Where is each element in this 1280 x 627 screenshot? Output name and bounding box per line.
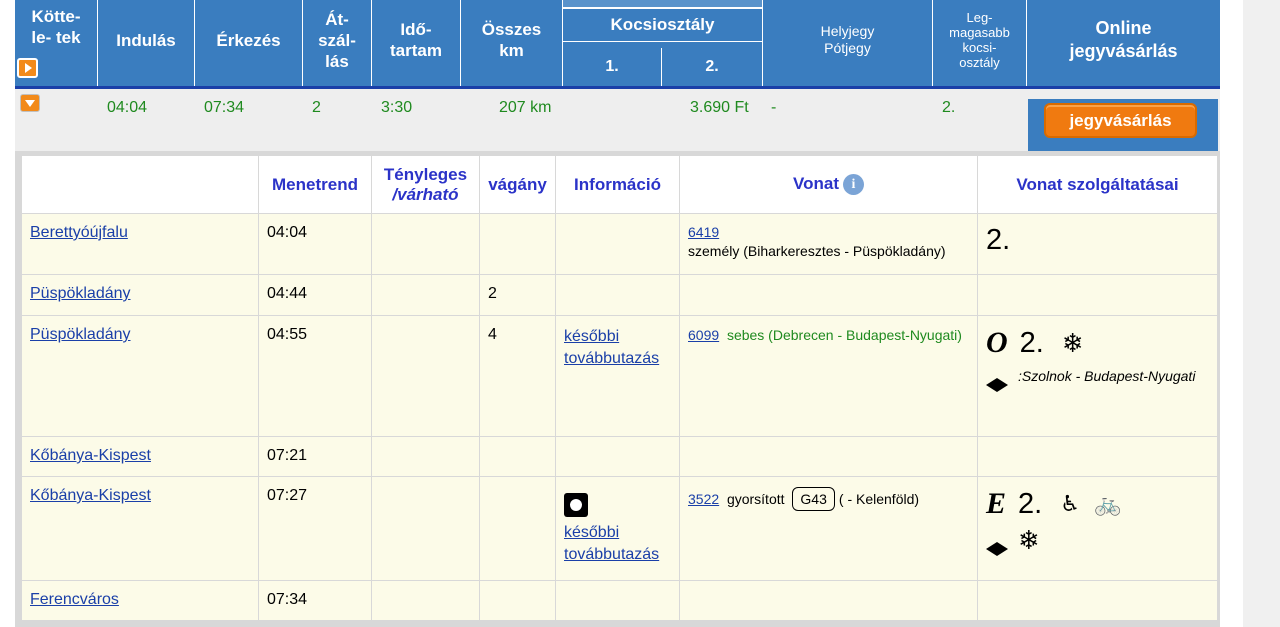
table-row: Ferencváros 07:34 (21, 580, 1218, 621)
details-table: Menetrend Tényleges/várható vágány Infor… (21, 155, 1218, 621)
time-cell: 07:34 (258, 580, 372, 621)
collapse-toggle-icon[interactable] (20, 94, 40, 112)
table-row: Kőbánya-Kispest 07:21 (21, 436, 1218, 477)
time-cell: 07:27 (258, 476, 372, 581)
train-desc: sebes (Debrecen - Budapest-Nyugati) (726, 327, 962, 343)
timetable-info-icon[interactable] (564, 493, 588, 517)
summary-highest-class: 2. (942, 99, 956, 116)
train-category-letter: O (986, 326, 1008, 359)
summary-depart: 04:04 (107, 99, 148, 116)
table-row: Kőbánya-Kispest 07:27 későbbi továbbutaz… (21, 476, 1218, 581)
station-link[interactable]: Kőbánya-Kispest (30, 487, 151, 504)
train-number-link[interactable]: 6419 (688, 224, 719, 240)
summary-duration: 3:30 (381, 99, 413, 116)
track-cell (479, 213, 556, 275)
right-scroll-gutter (1243, 0, 1280, 627)
station-link[interactable]: Püspökladány (30, 326, 131, 343)
col-seat: Helyjegy Pótjegy (762, 0, 933, 86)
class-2-symbol: 2. (986, 224, 1011, 256)
col-class2: 2. (705, 58, 719, 75)
air-conditioning-icon: ❄ (1061, 327, 1084, 358)
station-link[interactable]: Kőbánya-Kispest (30, 447, 151, 464)
actual-cell (371, 213, 480, 275)
dh-actual-2: /várható (392, 184, 459, 204)
col-depart[interactable]: Indulás (98, 0, 195, 86)
col-online: Online jegyvásárlás (1027, 0, 1220, 86)
time-cell: 07:21 (258, 436, 372, 477)
summary-arrive: 07:34 (204, 99, 245, 116)
train-route: ( - Kelenföld) (838, 491, 920, 507)
col-highest-class-label: Leg- magasabb kocsi- osztály (949, 10, 1010, 70)
time-cell: 04:44 (258, 274, 372, 316)
table-row: Püspökladány 04:55 4 későbbi továbbutazá… (21, 315, 1218, 437)
diamond-icon (986, 542, 1008, 556)
summary-price-class2: 3.690 Ft (690, 99, 749, 116)
summary-transfers: 2 (312, 99, 321, 116)
services-cell: O 2. ❄ :Szolnok - Budapest-Nyugati (977, 315, 1218, 437)
station-link[interactable]: Berettyóújfalu (30, 224, 128, 241)
class-group-top (563, 0, 762, 8)
col-duration[interactable]: Idő- tartam (372, 0, 461, 86)
dh-train-label: Vonat (793, 173, 839, 193)
services-cell: E 2. ♿ 🚲 ❄ (977, 476, 1218, 581)
col-total-km-label: Összes km (481, 20, 542, 60)
train-category-letter: E (986, 487, 1007, 520)
diamond-icon (986, 378, 1008, 393)
details-header-row: Menetrend Tényleges/várható vágány Infor… (21, 155, 1218, 214)
col-total-km[interactable]: Összes km (461, 0, 563, 86)
info-cell (555, 213, 680, 275)
services-cell: 2. (977, 213, 1218, 275)
route-badge: G43 (792, 487, 835, 511)
dh-services: Vonat szolgáltatásai (977, 155, 1218, 214)
dh-actual: Tényleges/várható (371, 155, 480, 214)
col-seat-label: Helyjegy Pótjegy (820, 23, 875, 56)
col-connection-label: Kötte- le- tek (31, 7, 81, 47)
expand-all-icon[interactable] (17, 58, 38, 78)
col-class-group: Kocsiosztály (563, 8, 762, 42)
dh-station (21, 155, 259, 214)
time-cell: 04:04 (258, 213, 372, 275)
buy-cell: jegyvásárlás (1028, 99, 1218, 151)
col-transfer-label: Át- szál- lás (318, 9, 356, 71)
train-cell: 3522 gyorsított G43( - Kelenföld) (679, 476, 978, 581)
summary-km: 207 km (499, 99, 552, 116)
col-duration-label: Idő- tartam (390, 20, 442, 60)
train-cell: 6419 személy (Biharkeresztes - Püspökladá… (679, 213, 978, 275)
buy-ticket-button[interactable]: jegyvásárlás (1044, 103, 1197, 138)
col-transfer[interactable]: Át- szál- lás (303, 0, 372, 86)
train-desc: személy (Biharkeresztes - Püspökladány) (688, 243, 946, 259)
air-conditioning-icon: ❄ (1018, 525, 1040, 555)
station-link[interactable]: Ferencváros (30, 591, 119, 608)
col-online-label: Online jegyvásárlás (1069, 18, 1178, 61)
dh-train: Vonat i (679, 155, 978, 214)
train-cell: 6099 sebes (Debrecen - Budapest-Nyugati) (679, 315, 978, 437)
bicycle-icon: 🚲 (1093, 491, 1122, 516)
col-highest-class: Leg- magasabb kocsi- osztály (933, 0, 1027, 86)
track-cell: 4 (479, 315, 556, 437)
connection-details: Menetrend Tényleges/várható vágány Infor… (15, 151, 1220, 627)
class-2-symbol: 2. (1019, 326, 1044, 359)
summary-seat: - (771, 99, 777, 116)
time-cell: 04:55 (258, 315, 372, 437)
track-cell: 2 (479, 274, 556, 316)
train-type: gyorsított (726, 491, 785, 507)
later-travel-link[interactable]: későbbi továbbutazás (564, 524, 659, 563)
col-class1: 1. (563, 48, 662, 86)
class-2-symbol: 2. (1018, 487, 1043, 520)
train-number-link[interactable]: 6099 (688, 327, 719, 343)
station-link[interactable]: Püspökladány (30, 285, 131, 302)
col-arrive[interactable]: Érkezés (195, 0, 303, 86)
table-row: Berettyóújfalu 04:04 6419 személy (Bihark… (21, 213, 1218, 275)
table-row: Püspökladány 04:44 2 (21, 274, 1218, 316)
dh-track: vágány (479, 155, 556, 214)
wheelchair-icon: ♿ (1060, 491, 1080, 516)
dh-info: Információ (555, 155, 680, 214)
train-number-link[interactable]: 3522 (688, 491, 719, 507)
service-note: :Szolnok - Budapest-Nyugati (1018, 368, 1196, 384)
results-header: Kötte- le- tek Indulás Érkezés Át- szál-… (15, 0, 1220, 86)
dh-timetable: Menetrend (258, 155, 372, 214)
later-travel-link[interactable]: későbbi továbbutazás (564, 328, 659, 367)
info-icon[interactable]: i (842, 174, 864, 195)
dh-actual-1: Tényleges (383, 164, 468, 184)
